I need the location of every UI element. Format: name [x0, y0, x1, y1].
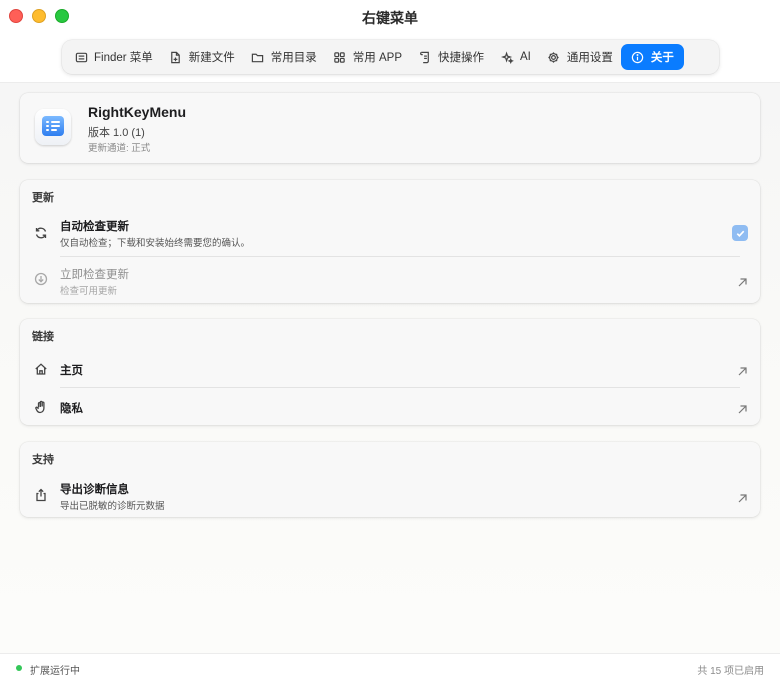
tab-label: 新建文件 — [188, 52, 235, 64]
row-divider — [60, 256, 740, 257]
info-icon — [631, 50, 645, 64]
finder-menu-icon — [74, 50, 88, 64]
arrow-up-right-icon — [737, 275, 748, 287]
tab-new-file[interactable]: 新建文件 — [161, 44, 243, 70]
refresh-icon — [34, 226, 48, 240]
updates-section: 更新 自动检查更新 仅自动检查；下载和安装始终需要您的确认。 立即检查更新 检查… — [20, 180, 760, 303]
row-title: 自动检查更新 — [60, 221, 129, 233]
tab-label: 常用目录 — [270, 52, 317, 64]
row-subtitle: 导出已脱敏的诊断元数据 — [60, 501, 165, 512]
tab-label: 快捷操作 — [438, 52, 485, 64]
app-version: 版本 1.0 (1) — [88, 127, 145, 139]
about-content: RightKeyMenu 版本 1.0 (1) 更新通道: 正式 更新 自动检查… — [0, 83, 780, 653]
share-icon — [34, 488, 48, 502]
row-title: 隐私 — [60, 403, 83, 415]
tab-label: AI — [520, 51, 531, 63]
new-file-icon — [169, 50, 183, 64]
window-title: 右键菜单 — [362, 10, 418, 26]
arrow-up-right-icon — [737, 364, 748, 376]
app-name: RightKeyMenu — [88, 104, 186, 120]
tab-common-folders[interactable]: 常用目录 — [243, 44, 325, 70]
export-diagnostics-row[interactable]: 导出诊断信息 导出已脱敏的诊断元数据 — [20, 476, 760, 516]
status-indicator-dot — [16, 665, 22, 671]
app-window: 右键菜单 Finder 菜单 新建文件 常用目录 常用 APP 快捷操作 AI … — [0, 0, 780, 682]
tab-general-settings[interactable]: 通用设置 — [539, 44, 621, 70]
app-info-card: RightKeyMenu 版本 1.0 (1) 更新通道: 正式 — [20, 93, 760, 163]
update-channel: 更新通道: 正式 — [88, 143, 151, 154]
gear-icon — [547, 50, 561, 64]
row-title: 导出诊断信息 — [60, 484, 129, 496]
homepage-row[interactable]: 主页 — [20, 353, 760, 385]
tab-quick-actions[interactable]: 快捷操作 — [410, 44, 492, 70]
tab-about[interactable]: 关于 — [620, 44, 684, 70]
scroll-icon — [418, 50, 432, 64]
folder-icon — [251, 50, 265, 64]
title-bar: 右键菜单 — [0, 0, 780, 33]
tab-label: Finder 菜单 — [94, 52, 153, 64]
tab-ai[interactable]: AI — [492, 44, 539, 70]
tab-label: 常用 APP — [352, 52, 403, 64]
tab-common-apps[interactable]: 常用 APP — [325, 44, 410, 70]
arrow-up-right-icon — [737, 402, 748, 414]
privacy-row[interactable]: 隐私 — [20, 391, 760, 423]
row-subtitle: 仅自动检查；下载和安装始终需要您的确认。 — [60, 238, 251, 249]
sparkle-icon — [500, 50, 514, 64]
support-section: 支持 导出诊断信息 导出已脱敏的诊断元数据 — [20, 442, 760, 517]
download-circle-icon — [34, 272, 48, 286]
grid-apps-icon — [333, 50, 347, 64]
row-subtitle: 检查可用更新 — [60, 286, 118, 297]
section-title: 支持 — [32, 454, 54, 466]
row-title: 主页 — [60, 365, 83, 377]
section-title: 链接 — [32, 331, 54, 343]
check-now-row[interactable]: 立即检查更新 检查可用更新 — [20, 260, 760, 300]
arrow-up-right-icon — [737, 491, 748, 503]
hand-raised-icon — [34, 400, 48, 414]
links-section: 链接 主页 隐私 — [20, 319, 760, 425]
tab-label: 通用设置 — [566, 52, 613, 64]
tab-bar: Finder 菜单 新建文件 常用目录 常用 APP 快捷操作 AI 通用设置 … — [62, 40, 719, 74]
row-title: 立即检查更新 — [60, 269, 129, 281]
home-icon — [34, 362, 48, 376]
auto-check-checkbox[interactable] — [732, 225, 748, 241]
extension-status: 扩展运行中 — [30, 666, 80, 677]
row-divider — [60, 387, 740, 388]
enabled-count: 共 15 项已启用 — [697, 666, 764, 677]
section-title: 更新 — [32, 192, 54, 204]
auto-check-updates-row[interactable]: 自动检查更新 仅自动检查；下载和安装始终需要您的确认。 — [20, 216, 760, 256]
status-bar: 扩展运行中 共 15 项已启用 — [0, 653, 780, 682]
app-icon — [35, 109, 71, 145]
tab-finder-menu[interactable]: Finder 菜单 — [66, 44, 161, 70]
tab-label: 关于 — [650, 52, 674, 64]
